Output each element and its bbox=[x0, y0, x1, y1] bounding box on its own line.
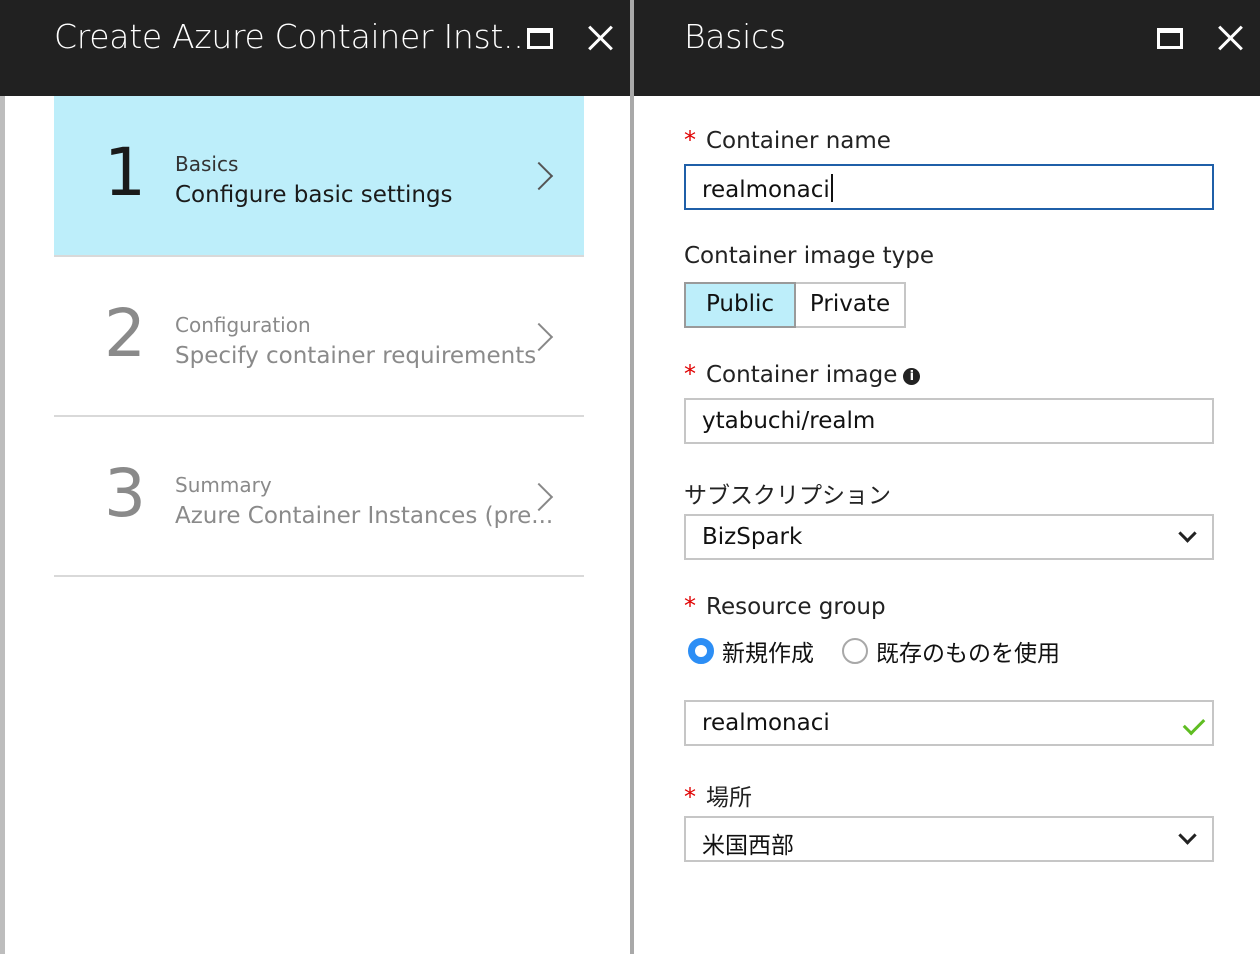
step-subtitle: Azure Container Instances (pre... bbox=[175, 503, 554, 529]
step-subtitle: Specify container requirements bbox=[175, 343, 537, 369]
blade-header: Basics bbox=[634, 0, 1260, 96]
step-basics[interactable]: 1 Basics Configure basic settings bbox=[54, 96, 584, 257]
text-caret bbox=[830, 174, 833, 202]
image-type-toggle: Public Private bbox=[684, 282, 906, 328]
required-asterisk: * bbox=[684, 783, 696, 811]
checkmark-icon bbox=[1182, 712, 1206, 736]
close-icon[interactable] bbox=[1212, 20, 1248, 56]
step-subtitle: Configure basic settings bbox=[175, 182, 453, 208]
resource-group-input[interactable]: realmonaci bbox=[684, 700, 1214, 746]
step-title: Basics bbox=[175, 152, 239, 176]
step-configuration[interactable]: 2 Configuration Specify container requir… bbox=[54, 257, 584, 417]
maximize-icon[interactable] bbox=[1152, 20, 1188, 56]
basics-blade: Basics * Container name realmonaci Contai… bbox=[634, 0, 1260, 954]
required-asterisk: * bbox=[684, 592, 696, 620]
step-title: Configuration bbox=[175, 313, 311, 337]
radio-unselected-icon bbox=[842, 638, 868, 664]
container-name-input[interactable]: realmonaci bbox=[684, 164, 1214, 210]
image-type-private-option[interactable]: Private bbox=[796, 282, 906, 328]
container-image-label: * Container image i bbox=[684, 360, 921, 388]
resource-group-radio-group: 新規作成 既存のものを使用 bbox=[688, 634, 1088, 668]
radio-selected-icon bbox=[688, 638, 714, 664]
required-asterisk: * bbox=[684, 360, 696, 388]
step-summary[interactable]: 3 Summary Azure Container Instances (pre… bbox=[54, 417, 584, 577]
subscription-select[interactable]: BizSpark bbox=[684, 514, 1214, 560]
create-aci-blade: Create Azure Container Inst... 1 Basics … bbox=[0, 0, 630, 954]
chevron-down-icon bbox=[1178, 524, 1197, 543]
blade-header: Create Azure Container Inst... bbox=[0, 0, 630, 96]
close-icon[interactable] bbox=[582, 20, 618, 56]
required-asterisk: * bbox=[684, 126, 696, 154]
blade-title: Basics bbox=[684, 17, 786, 56]
radio-use-existing[interactable]: 既存のものを使用 bbox=[842, 634, 1060, 668]
location-label: * 場所 bbox=[684, 783, 752, 811]
container-image-input[interactable]: ytabuchi/realm bbox=[684, 398, 1214, 444]
chevron-right-icon bbox=[524, 161, 554, 191]
location-select[interactable]: 米国西部 bbox=[684, 816, 1214, 862]
chevron-down-icon bbox=[1178, 826, 1197, 845]
blade-title: Create Azure Container Inst... bbox=[54, 17, 534, 56]
wizard-steps: 1 Basics Configure basic settings 2 Conf… bbox=[54, 96, 584, 577]
step-number: 3 bbox=[104, 455, 146, 532]
subscription-label: サブスクリプション bbox=[684, 483, 891, 509]
maximize-icon[interactable] bbox=[522, 20, 558, 56]
step-number: 1 bbox=[104, 134, 146, 211]
step-number: 2 bbox=[104, 295, 146, 372]
resource-group-label: * Resource group bbox=[684, 592, 886, 620]
radio-create-new[interactable]: 新規作成 bbox=[688, 634, 814, 668]
step-title: Summary bbox=[175, 473, 272, 497]
image-type-public-option[interactable]: Public bbox=[684, 282, 796, 328]
container-name-label: * Container name bbox=[684, 126, 891, 154]
info-icon[interactable]: i bbox=[903, 368, 921, 385]
container-image-type-label: Container image type bbox=[684, 243, 935, 269]
